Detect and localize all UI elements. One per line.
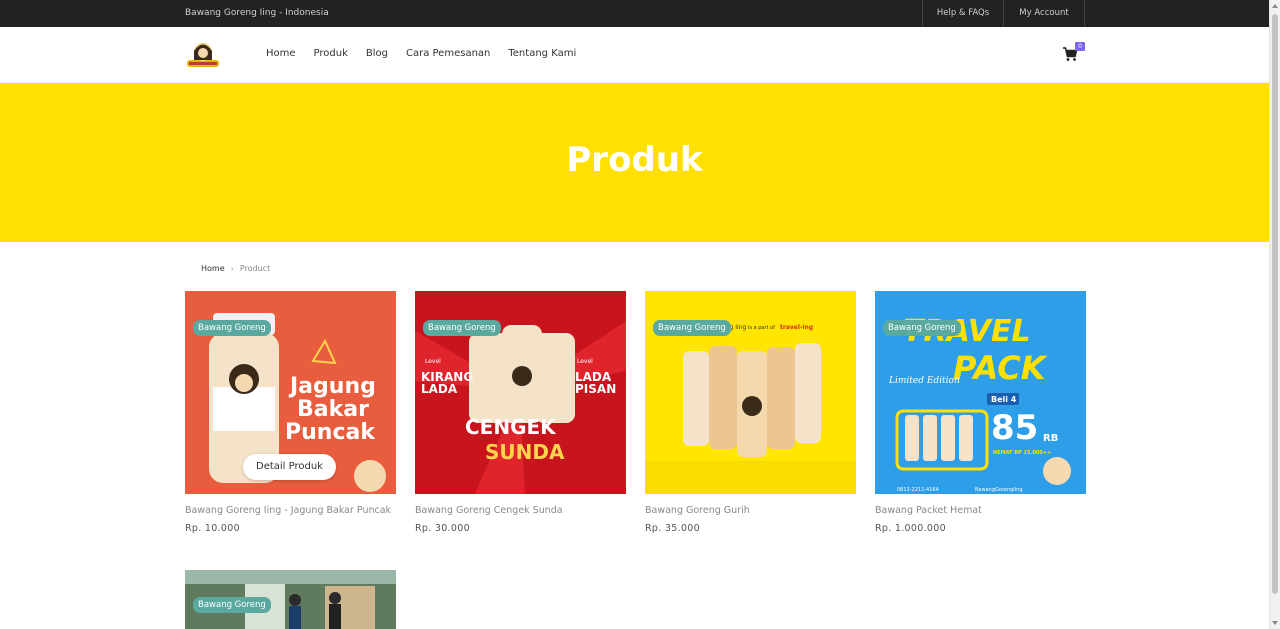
category-tag: Bawang Goreng [193,320,271,336]
image-text-hemat: HEMAT RP 15.000++ [993,450,1051,456]
product-image[interactable]: eng Iing is a part of travel-ing Bawang … [645,291,856,494]
product-image[interactable]: TRAVEL PACK Limited Edition Beli 4 85 RB… [875,291,1086,494]
product-price: Rp. 30.000 [415,523,470,534]
scroll-thumb[interactable] [1272,14,1278,594]
my-account-link[interactable]: My Account [1003,0,1085,27]
main-menu: Home Produk Blog Cara Pemesanan Tentang … [266,48,594,59]
image-text-pisan: PISAN [575,382,616,396]
menu-produk[interactable]: Produk [314,48,348,59]
product-name[interactable]: Bawang Goreng Cengek Sunda [415,504,626,517]
menu-cara-pemesanan[interactable]: Cara Pemesanan [406,48,490,59]
breadcrumb: Home › Product [201,264,270,273]
top-links: Help & FAQs My Account [922,0,1085,27]
image-text-pack: PACK [953,349,1048,387]
category-tag: Bawang Goreng [193,597,271,613]
product-image[interactable]: Level KIRANG LADA Level LADA PISAN CENGE… [415,291,626,494]
product-price: Rp. 10.000 [185,523,240,534]
breadcrumb-home[interactable]: Home [201,264,225,273]
breadcrumb-separator: › [230,264,234,273]
image-text-travel-ing: travel-ing [780,324,813,331]
product-price: Rp. 35.000 [645,523,700,534]
product-image[interactable]: Jagung Bakar Puncak Bawang Goreng Detail… [185,291,396,494]
product-image[interactable]: Bawang Goreng [185,570,396,629]
image-text-phone: 0813-2211-4164 [897,487,939,493]
product-card[interactable]: Jagung Bakar Puncak Bawang Goreng Detail… [185,291,396,534]
product-name[interactable]: Bawang Goreng Gurih [645,504,856,517]
page-hero: Produk [0,83,1269,242]
help-faqs-link[interactable]: Help & FAQs [922,0,1003,27]
image-text-line-1: Jagung [288,374,376,399]
menu-blog[interactable]: Blog [366,48,388,59]
detail-produk-button[interactable]: Detail Produk [243,454,336,480]
menu-home[interactable]: Home [266,48,296,59]
image-text-lada-left: LADA [421,382,458,396]
image-text-line-3: Puncak [285,420,376,445]
product-name[interactable]: Bawang Goreng Iing - Jagung Bakar Puncak [185,504,396,517]
product-card[interactable]: eng Iing is a part of travel-ing Bawang … [645,291,856,534]
image-text-line-2: Bakar [297,397,369,422]
category-tag: Bawang Goreng [423,320,501,336]
image-text-85: 85 [991,408,1038,448]
location-text: Bawang Goreng Iing - Indonesia [185,8,329,18]
menu-tentang-kami[interactable]: Tentang Kami [508,48,576,59]
scroll-down-arrow[interactable] [1272,621,1278,625]
image-level-right: Level [577,358,593,365]
image-text-beli: Beli 4 [991,395,1017,404]
main-navbar: Home Produk Blog Cara Pemesanan Tentang … [0,27,1269,83]
page-title: Produk [566,140,703,180]
image-text-sunda: SUNDA [485,440,565,464]
product-card[interactable]: TRAVEL PACK Limited Edition Beli 4 85 RB… [875,291,1086,534]
breadcrumb-current: Product [239,264,271,273]
cart-count-badge: 0 [1075,42,1085,51]
image-level-left: Level [425,358,441,365]
logo-icon[interactable] [185,38,221,70]
top-bar: Bawang Goreng Iing - Indonesia Help & FA… [0,0,1269,27]
image-text-part-of: is a part of [748,325,775,331]
image-text-cengek: CENGEK [465,415,557,439]
product-card[interactable]: Level KIRANG LADA Level LADA PISAN CENGE… [415,291,626,534]
scroll-up-arrow[interactable] [1272,4,1278,8]
page-scrollbar[interactable] [1269,0,1280,629]
image-text-limited: Limited Edition [888,376,960,386]
product-price: Rp. 1.000.000 [875,523,946,534]
category-tag: Bawang Goreng [883,320,961,336]
image-text-rb: RB [1043,433,1058,444]
product-name[interactable]: Bawang Packet Hemat [875,504,1086,517]
product-card[interactable]: Bawang Goreng [185,570,396,629]
image-text-handle: BawangGorengIing [975,487,1023,493]
category-tag: Bawang Goreng [653,320,731,336]
